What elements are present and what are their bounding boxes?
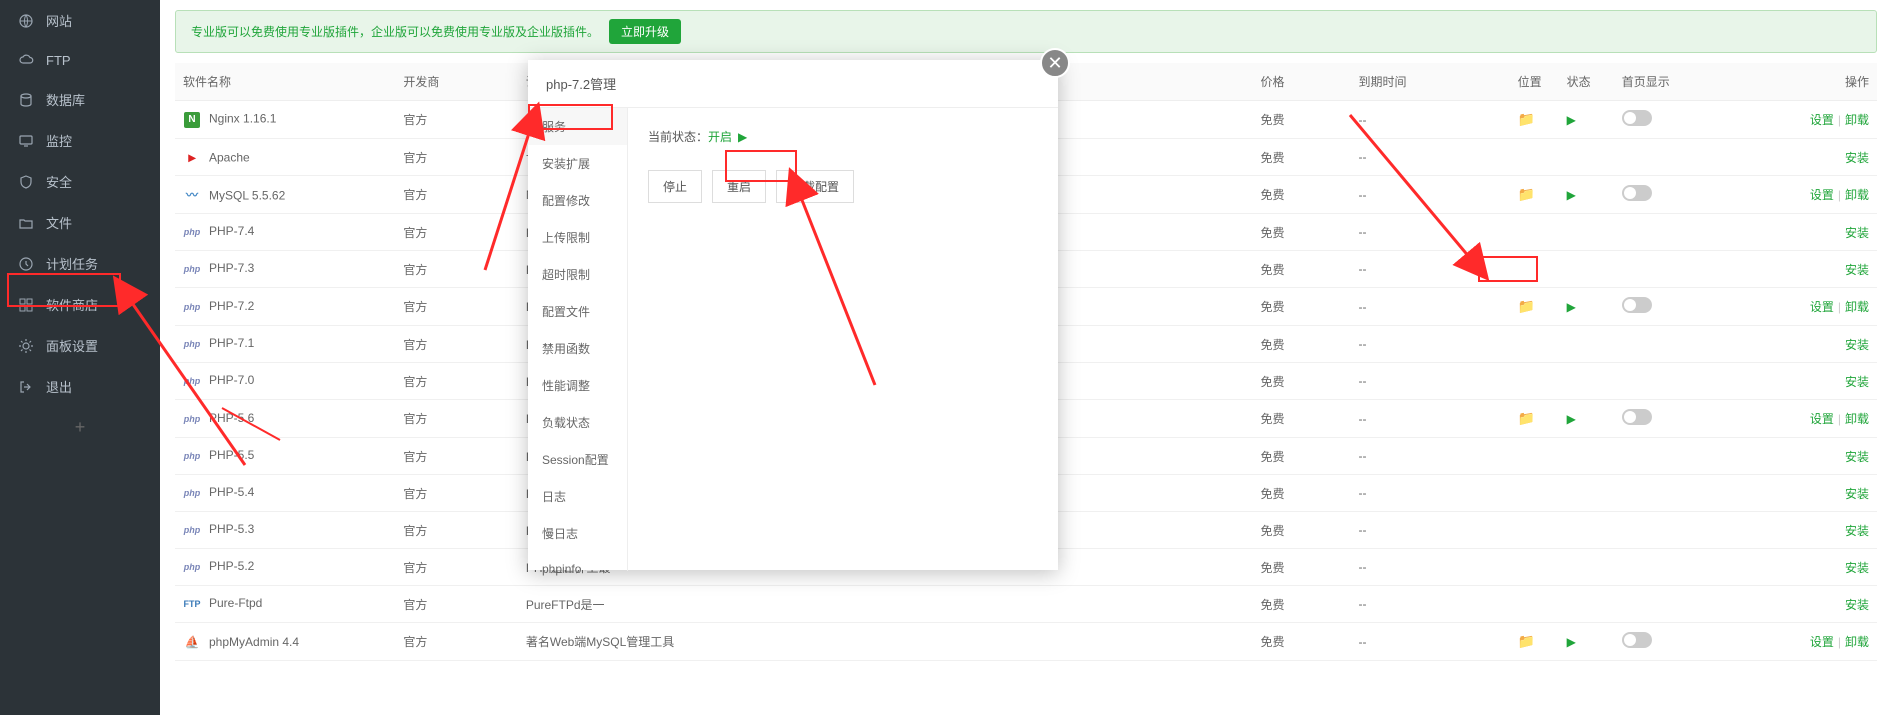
modal-tab-5[interactable]: 配置文件 <box>528 293 627 330</box>
service-btn-2[interactable]: 重载配置 <box>776 170 854 203</box>
play-icon: ▶ <box>738 130 747 144</box>
modal-sidebar: 服务安装扩展配置修改上传限制超时限制配置文件禁用函数性能调整负载状态Sessio… <box>528 107 628 571</box>
modal-tab-0[interactable]: 服务 <box>528 108 627 145</box>
service-status: 当前状态：开启 ▶ <box>648 128 1038 145</box>
service-btn-1[interactable]: 重启 <box>712 170 766 203</box>
modal-tab-8[interactable]: 负载状态 <box>528 404 627 441</box>
modal-title: php-7.2管理 <box>528 60 1058 107</box>
modal-tab-2[interactable]: 配置修改 <box>528 182 627 219</box>
status-value: 开启 <box>708 130 732 144</box>
status-label: 当前状态： <box>648 130 708 144</box>
modal-tab-9[interactable]: Session配置 <box>528 441 627 478</box>
modal-tab-3[interactable]: 上传限制 <box>528 219 627 256</box>
modal-tab-10[interactable]: 日志 <box>528 478 627 515</box>
modal-tab-11[interactable]: 慢日志 <box>528 515 627 552</box>
modal-tab-1[interactable]: 安装扩展 <box>528 145 627 182</box>
modal-tab-4[interactable]: 超时限制 <box>528 256 627 293</box>
modal-tab-6[interactable]: 禁用函数 <box>528 330 627 367</box>
php-manage-modal: ✕ php-7.2管理 服务安装扩展配置修改上传限制超时限制配置文件禁用函数性能… <box>528 60 1058 570</box>
modal-tab-7[interactable]: 性能调整 <box>528 367 627 404</box>
service-btn-0[interactable]: 停止 <box>648 170 702 203</box>
modal-panel-service: 当前状态：开启 ▶ 停止重启重载配置 <box>628 107 1058 571</box>
modal-tab-12[interactable]: phpinfo <box>528 552 627 586</box>
close-icon[interactable]: ✕ <box>1040 48 1070 78</box>
